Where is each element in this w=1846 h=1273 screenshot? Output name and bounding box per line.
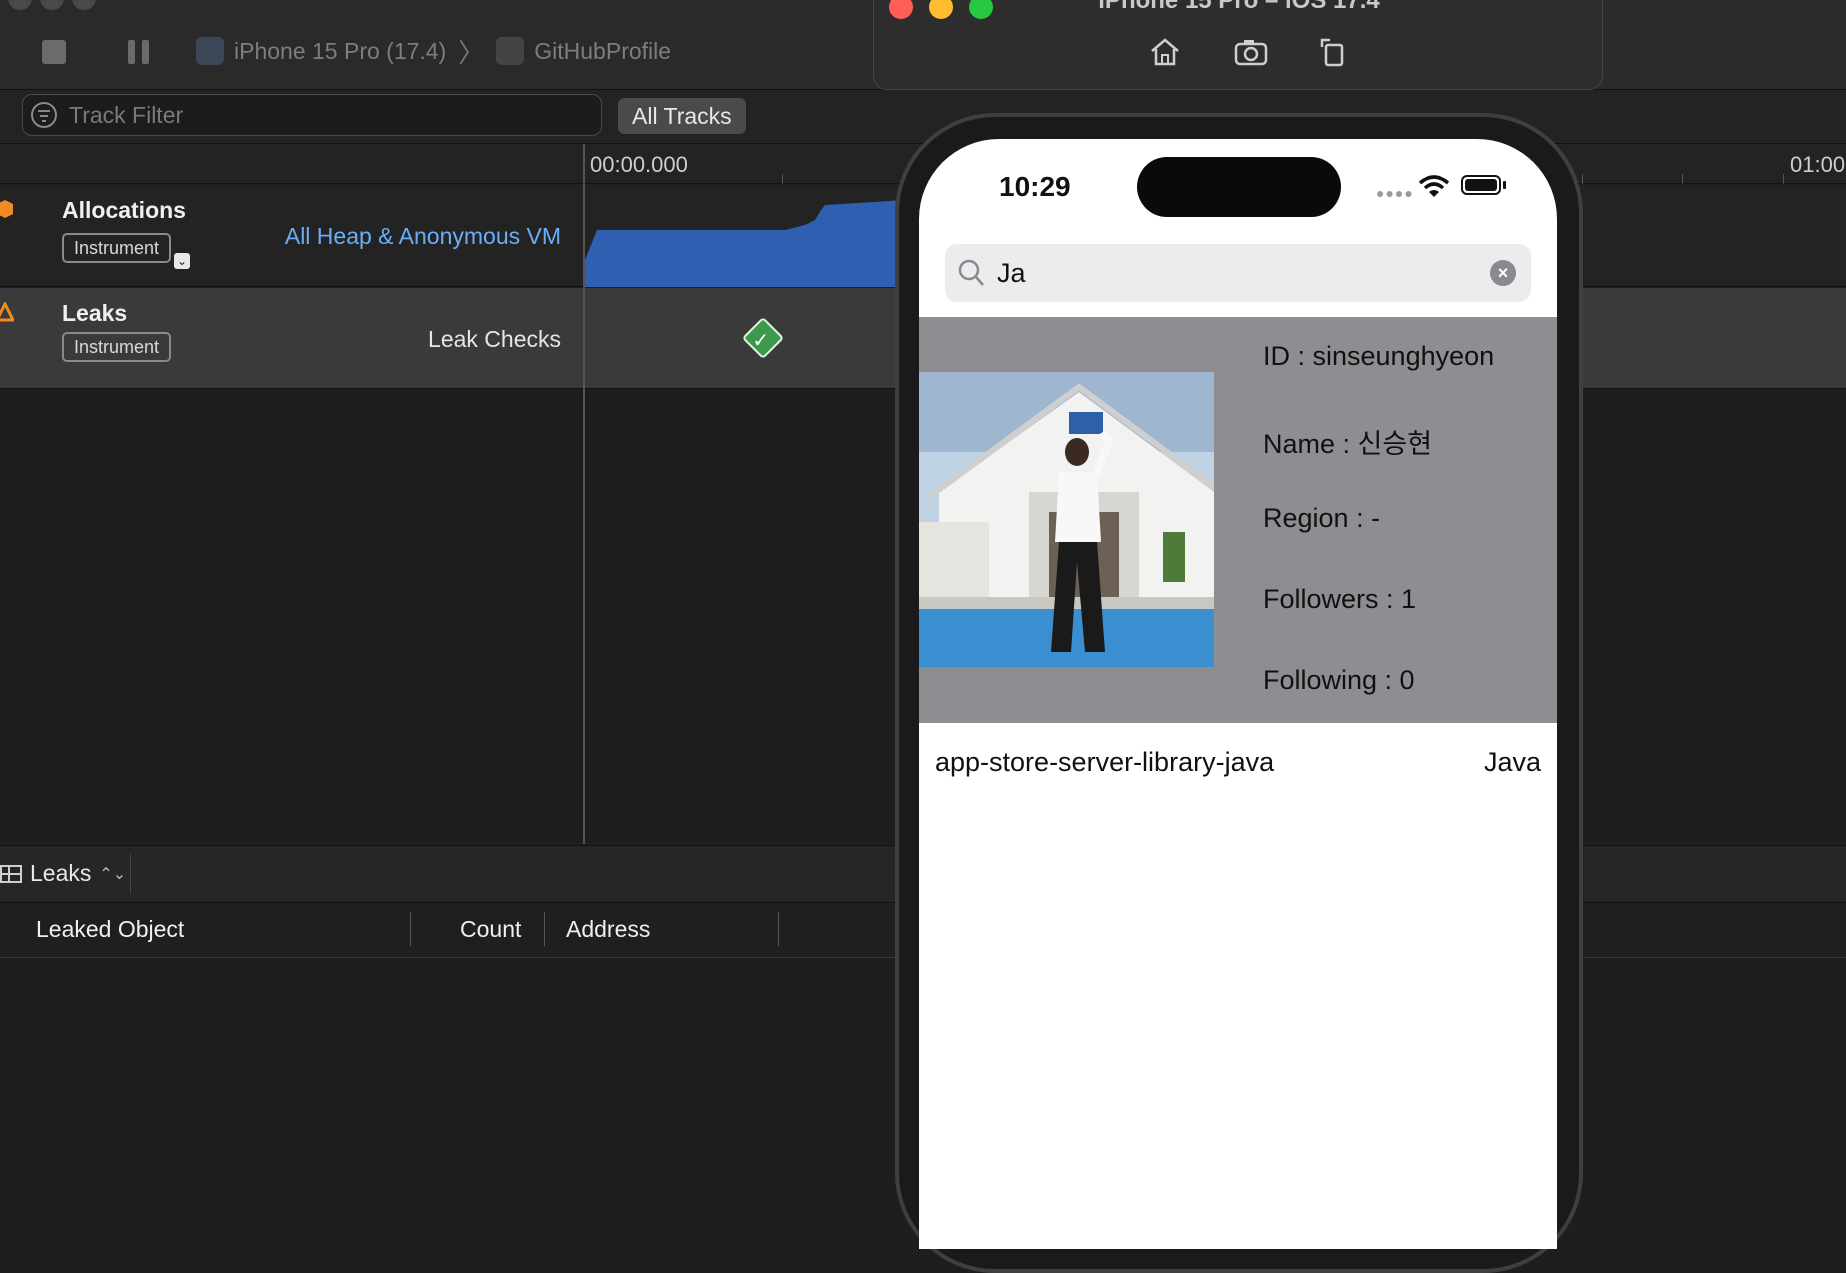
repo-language: Java	[1483, 747, 1541, 777]
track-title: Leaks	[62, 300, 128, 326]
iphone-screen: 10:29 ●●●● ×	[919, 139, 1557, 1249]
screenshot-icon[interactable]	[1234, 37, 1268, 67]
battery-nub	[1503, 181, 1506, 189]
detail-view-selector[interactable]: Leaks ⌃⌄	[0, 860, 126, 887]
leaks-icon	[0, 302, 14, 322]
repo-name: app-store-server-library-java	[935, 747, 1275, 777]
status-bar-time: 10:29	[999, 171, 1071, 202]
battery-icon	[1461, 175, 1501, 195]
search-input[interactable]	[995, 254, 1475, 292]
profile-following: Following : 0	[1263, 665, 1415, 695]
ruler-tick	[1582, 174, 1583, 184]
target-selector[interactable]: iPhone 15 Pro (17.4) 〉 GitHubProfile	[196, 34, 671, 68]
allocations-graph[interactable]	[585, 200, 905, 287]
pause-icon-bar	[142, 40, 149, 64]
search-bar[interactable]: ×	[945, 244, 1531, 302]
all-tracks-button[interactable]: All Tracks	[618, 98, 746, 134]
target-app-label: GitHubProfile	[534, 37, 672, 64]
track-filter-field[interactable]	[22, 94, 602, 136]
list-item[interactable]: app-store-server-library-java Java	[919, 723, 1557, 803]
track-filter-input[interactable]	[67, 100, 567, 130]
profile-card: ID : sinseunghyeon Name : 신승현 Region : -…	[919, 317, 1557, 723]
divider	[130, 854, 131, 894]
filter-bar: All Tracks	[0, 90, 1846, 144]
profile-region: Region : -	[1263, 503, 1381, 533]
profile-id: ID : sinseunghyeon	[1263, 341, 1495, 371]
simulator-title: iPhone 15 Pro – iOS 17.4	[1098, 0, 1380, 14]
device-icon	[196, 37, 224, 65]
track-divider[interactable]	[583, 144, 585, 844]
track-title: Allocations	[62, 197, 186, 223]
detail-view-label: Leaks	[30, 860, 92, 886]
window-close-button[interactable]	[8, 0, 32, 10]
app-icon	[496, 37, 525, 65]
table-icon	[0, 864, 22, 883]
clear-search-button[interactable]: ×	[1490, 260, 1516, 286]
profile-followers: Followers : 1	[1263, 584, 1417, 614]
column-separator[interactable]	[778, 912, 779, 946]
ruler-tick	[1783, 174, 1784, 184]
cellular-signal-icon: ●●●●	[1376, 185, 1414, 201]
rotate-icon[interactable]	[1318, 37, 1352, 67]
column-leaked-object[interactable]: Leaked Object	[36, 916, 184, 943]
ruler-tick	[1682, 174, 1683, 184]
chevron-down-icon[interactable]: ⌄	[174, 253, 190, 269]
filter-icon	[31, 102, 57, 128]
profile-name: Name : 신승현	[1263, 429, 1433, 459]
column-count[interactable]: Count	[460, 916, 521, 943]
pause-recording-button[interactable]	[128, 40, 150, 64]
pause-icon	[128, 40, 135, 64]
simulator-window: iPhone 15 Pro – iOS 17.4	[873, 0, 1603, 90]
chevron-updown-icon: ⌃⌄	[99, 865, 127, 883]
home-icon[interactable]	[1148, 37, 1182, 67]
instrument-badge[interactable]: Instrument	[62, 332, 172, 362]
column-separator[interactable]	[544, 912, 545, 946]
ruler-start-label: 00:00.000	[590, 152, 688, 177]
track-detail-label[interactable]: Leak Checks	[428, 326, 561, 353]
allocations-icon	[0, 200, 13, 218]
window-minimize-button[interactable]	[40, 0, 64, 10]
instrument-badge[interactable]: Instrument	[62, 233, 172, 263]
target-device-label: iPhone 15 Pro (17.4)	[234, 37, 447, 64]
window-zoom-button[interactable]	[72, 0, 96, 10]
column-address[interactable]: Address	[566, 916, 650, 943]
ruler-end-label: 01:00	[1790, 152, 1846, 177]
stop-recording-button[interactable]	[42, 40, 66, 64]
avatar	[919, 372, 1214, 667]
search-icon	[958, 259, 984, 286]
ruler-tick	[782, 174, 783, 184]
track-detail-label[interactable]: All Heap & Anonymous VM	[285, 223, 561, 250]
column-separator[interactable]	[410, 912, 411, 946]
chevron-right-icon: 〉	[458, 37, 485, 68]
wifi-icon	[1418, 175, 1450, 197]
dynamic-island	[1137, 157, 1341, 217]
